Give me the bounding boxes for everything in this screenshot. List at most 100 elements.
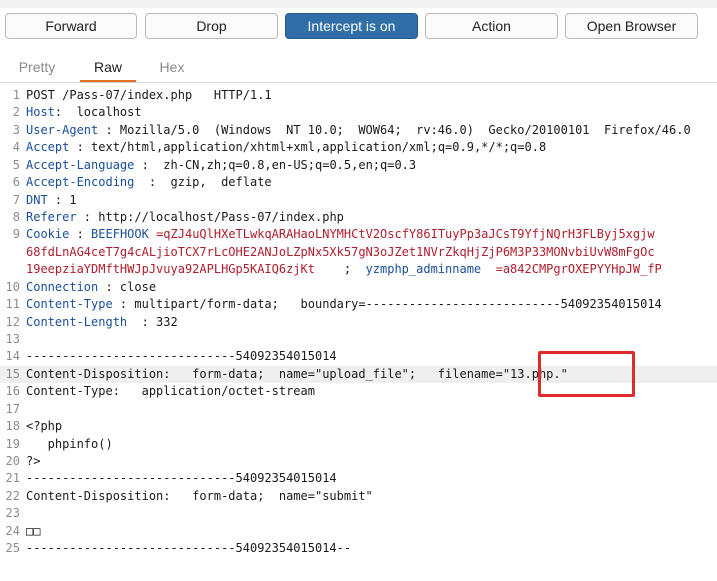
line-number: 9	[12, 227, 20, 242]
line-text: Content-Disposition: form-data; name="su…	[26, 488, 373, 505]
editor-line[interactable]: 24 □□	[0, 523, 717, 540]
editor-line[interactable]: 8 Referer : http://localhost/Pass-07/inde…	[0, 209, 717, 226]
header-name: Content-Length	[26, 314, 128, 329]
line-segment: POST /Pass-07/index.php HTTP/1.1	[26, 88, 272, 102]
editor-line[interactable]: 5 Accept-Language : zh-CN,zh;q=0.8,en-US;…	[0, 157, 717, 174]
line-segment: : Mozilla/5.0 (Windows NT 10.0; WOW64; r…	[98, 122, 691, 137]
line-text: <?php	[26, 418, 62, 435]
line-number: 16	[5, 384, 20, 399]
line-text: Connection : close	[26, 279, 156, 296]
editor-line[interactable]: 10 Connection : close	[0, 279, 717, 296]
editor-line[interactable]: 68fdLnAG4ceT7g4cALjioTCX7rLcOHE2ANJoLZpN…	[0, 244, 717, 261]
line-number: 24	[5, 523, 20, 538]
editor-line[interactable]: 6 Accept-Encoding : gzip, deflate	[0, 174, 717, 191]
intercept-toggle-button[interactable]: Intercept is on	[285, 13, 418, 39]
editor-line[interactable]: 11 Content-Type : multipart/form-data; bo…	[0, 296, 717, 313]
line-number: 8	[12, 210, 20, 224]
filename-highlight-box	[538, 351, 635, 397]
request-editor[interactable]: 1 POST /Pass-07/index.php HTTP/1.1 2 Host: …	[0, 86, 717, 581]
header-name: Content-Type	[26, 297, 113, 312]
header-name: Host	[26, 105, 55, 120]
header-name: BEEFHOOK	[91, 227, 149, 242]
editor-line[interactable]: 2 Host: localhost	[0, 104, 717, 121]
editor-line[interactable]: 19eepziaYDMftHWJpJvuya92APLHGp5KAIQ6zjKt…	[0, 261, 717, 278]
header-name: yzmphp_adminname	[365, 262, 482, 277]
tab-pretty[interactable]: Pretty	[8, 54, 66, 82]
line-segment: -----------------------------54092354015…	[26, 541, 352, 556]
header-name: Accept-Language	[26, 157, 135, 172]
line-text: Referer : http://localhost/Pass-07/index…	[26, 209, 344, 226]
line-number: 15	[5, 366, 20, 381]
header-name: Connection	[26, 279, 99, 294]
editor-line[interactable]: 4 Accept : text/html,application/xhtml+xm…	[0, 139, 717, 156]
line-segment: : close	[98, 279, 157, 294]
line-text: Content-Length : 332	[26, 314, 178, 331]
line-segment: □□	[26, 523, 41, 538]
editor-line[interactable]: 20 ?>	[0, 453, 717, 470]
editor-line[interactable]: 25 -----------------------------540923540…	[0, 540, 717, 557]
line-segment: ?>	[26, 454, 41, 469]
editor-line[interactable]: 18 <?php	[0, 418, 717, 435]
line-number: 3	[12, 122, 20, 137]
line-text: Content-Type: application/octet-stream	[26, 383, 315, 400]
header-name: Referer	[26, 210, 77, 224]
editor-line[interactable]: 9 Cookie : BEEFHOOK =qZJ4uQlHXeTLwkqARAHa…	[0, 226, 717, 243]
line-segment: ;	[314, 262, 366, 277]
editor-line[interactable]: 23	[0, 505, 717, 522]
header-name: Accept	[26, 140, 70, 155]
line-segment: <?php	[26, 419, 63, 434]
line-text: Accept : text/html,application/xhtml+xml…	[26, 139, 546, 156]
editor-line[interactable]: 19 phpinfo()	[0, 436, 717, 453]
line-segment: : gzip, deflate	[134, 175, 272, 190]
line-text: -----------------------------54092354015…	[26, 470, 337, 487]
line-segment: : zh-CN,zh;q=0.8,en-US;q=0.5,en;q=0.3	[134, 157, 417, 172]
line-number: 10	[5, 279, 20, 294]
line-number: 21	[5, 471, 20, 486]
forward-button[interactable]: Forward	[5, 13, 137, 39]
proxy-toolbar: Forward Drop Intercept is on Action Open…	[0, 8, 717, 48]
line-text: Content-Type : multipart/form-data; boun…	[26, 296, 662, 313]
editor-line[interactable]: 13	[0, 331, 717, 348]
message-view-tabs: Pretty Raw Hex	[0, 54, 717, 83]
cookie-value: 19eepziaYDMftHWJpJvuya92APLHGp5KAIQ6zjKt	[26, 262, 315, 277]
tab-raw[interactable]: Raw	[80, 54, 136, 82]
header-name: Cookie	[26, 227, 70, 242]
editor-line[interactable]: 17	[0, 401, 717, 418]
line-number: 2	[12, 105, 20, 120]
line-text: 68fdLnAG4ceT7g4cALjioTCX7rLcOHE2ANJoLZpN…	[26, 244, 655, 261]
line-text: Cookie : BEEFHOOK =qZJ4uQlHXeTLwkqARAHao…	[26, 226, 655, 243]
editor-line[interactable]: 22 Content-Disposition: form-data; name="…	[0, 488, 717, 505]
line-text: phpinfo()	[26, 436, 113, 453]
open-browser-button[interactable]: Open Browser	[565, 13, 698, 39]
header-name: Accept-Encoding	[26, 175, 135, 190]
line-segment: : http://localhost/Pass-07/index.php	[76, 210, 344, 224]
drop-button[interactable]: Drop	[145, 13, 278, 39]
line-number: 12	[5, 314, 20, 329]
editor-line[interactable]: 1 POST /Pass-07/index.php HTTP/1.1	[0, 87, 717, 104]
line-text: Host: localhost	[26, 104, 142, 121]
editor-line[interactable]: 21 -----------------------------540923540…	[0, 470, 717, 487]
cookie-value: 68fdLnAG4ceT7g4cALjioTCX7rLcOHE2ANJoLZpN…	[26, 244, 655, 259]
line-number: 4	[12, 140, 20, 155]
line-number: 1	[12, 88, 20, 102]
line-text: DNT : 1	[26, 192, 77, 209]
line-text: POST /Pass-07/index.php HTTP/1.1	[26, 87, 272, 104]
line-text: □□	[26, 523, 40, 540]
window-top-strip	[0, 0, 717, 8]
line-number: 25	[5, 541, 20, 556]
editor-line[interactable]: 12 Content-Length : 332	[0, 314, 717, 331]
line-segment: : localhost	[54, 105, 142, 120]
action-button[interactable]: Action	[425, 13, 558, 39]
line-text: -----------------------------54092354015…	[26, 540, 351, 557]
tab-hex[interactable]: Hex	[146, 54, 198, 82]
editor-line[interactable]: 7 DNT : 1	[0, 192, 717, 209]
cookie-value: =qZJ4uQlHXeTLwkqARAHaoLNYMHCtV2OscfY86IT…	[148, 227, 655, 242]
line-number: 13	[5, 332, 20, 347]
line-number: 7	[12, 192, 20, 207]
header-name: User-Agent	[26, 122, 99, 137]
line-segment: -----------------------------54092354015…	[26, 471, 337, 486]
line-number: 22	[5, 488, 20, 503]
line-number: 11	[5, 297, 20, 312]
editor-line[interactable]: 3 User-Agent : Mozilla/5.0 (Windows NT 10…	[0, 122, 717, 139]
line-text: Accept-Encoding : gzip, deflate	[26, 174, 272, 191]
